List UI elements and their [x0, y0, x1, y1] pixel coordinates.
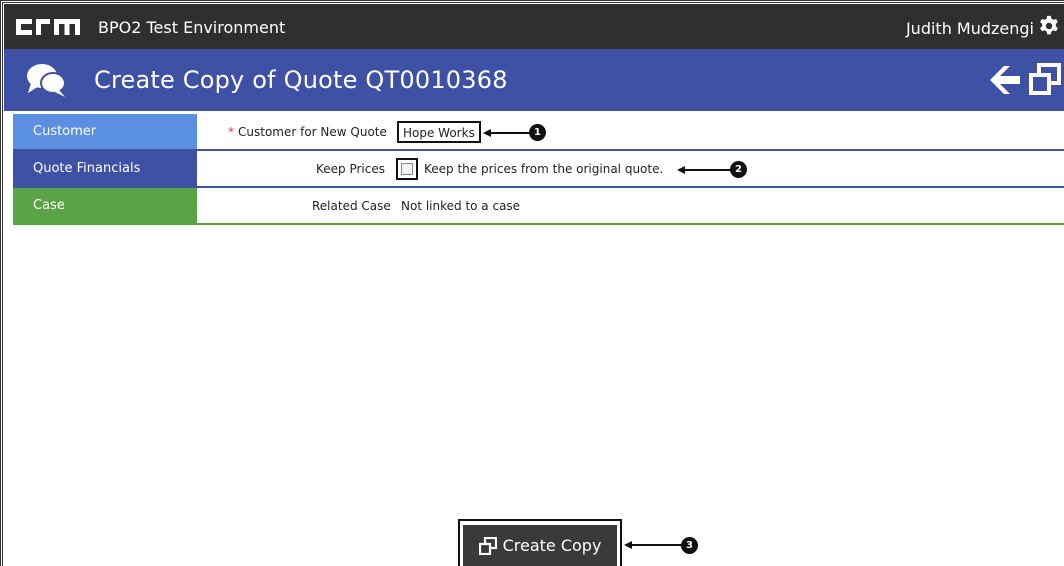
callout-arrow-1	[483, 129, 533, 137]
copy-quote-form: Customer * Customer for New Quote Hope Wo…	[13, 114, 1064, 225]
copy-icon[interactable]	[1029, 63, 1061, 95]
top-bar: BPO2 Test Environment Judith Mudzengi	[4, 4, 1064, 49]
user-name[interactable]: Judith Mudzengi	[906, 19, 1034, 38]
customer-label: * Customer for New Quote	[228, 125, 387, 139]
crm-logo	[14, 15, 82, 39]
page-title: Create Copy of Quote QT0010368	[94, 66, 508, 94]
customer-label-text: Customer for New Quote	[238, 125, 387, 139]
related-case-label: Related Case	[312, 199, 391, 213]
callout-arrow-2	[677, 166, 733, 174]
callout-arrow-3	[624, 541, 682, 549]
callout-badge-1: 1	[529, 124, 546, 141]
create-copy-button[interactable]: Create Copy	[463, 525, 617, 566]
tab-quote-financials[interactable]: Quote Financials	[13, 151, 197, 186]
row-case: Case Related Case Not linked to a case	[13, 188, 1064, 225]
environment-title: BPO2 Test Environment	[98, 18, 286, 37]
row-quote-financials: Quote Financials Keep Prices Keep the pr…	[13, 151, 1064, 188]
tab-case[interactable]: Case	[13, 188, 197, 223]
back-arrow-icon[interactable]	[988, 64, 1022, 96]
row-customer: Customer * Customer for New Quote Hope Wo…	[13, 114, 1064, 151]
callout-badge-3: 3	[681, 537, 698, 554]
create-copy-label: Create Copy	[502, 536, 602, 555]
chat-bubbles-icon	[27, 64, 66, 97]
copy-icon	[478, 536, 497, 555]
keep-prices-hint: Keep the prices from the original quote.	[424, 162, 664, 176]
related-case-value: Not linked to a case	[401, 199, 521, 213]
callout-badge-2: 2	[730, 161, 747, 178]
required-marker: *	[228, 125, 234, 139]
customer-value[interactable]: Hope Works	[397, 121, 481, 143]
keep-prices-highlight	[396, 158, 418, 180]
keep-prices-checkbox[interactable]	[401, 163, 413, 175]
gear-icon[interactable]	[1038, 15, 1060, 37]
keep-prices-label: Keep Prices	[316, 162, 385, 176]
page-header: Create Copy of Quote QT0010368	[4, 49, 1064, 111]
tab-customer[interactable]: Customer	[13, 114, 197, 149]
